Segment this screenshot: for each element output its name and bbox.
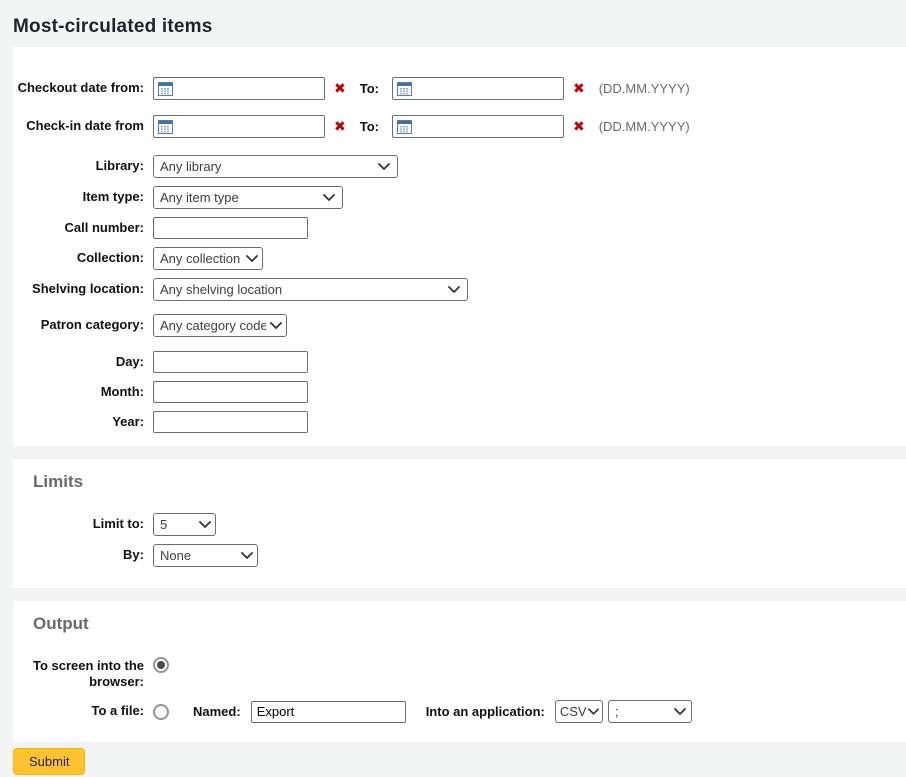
limit-by-select[interactable]: None [153,544,258,567]
output-format-select[interactable]: CSV [555,700,603,723]
submit-button[interactable]: Submit [13,748,85,775]
limit-by-label: By: [13,544,153,563]
calendar-icon [158,82,173,96]
checkin-date-from-input[interactable] [177,117,324,136]
library-label: Library: [13,155,153,174]
limit-to-row: Limit to: 5 [13,513,906,536]
output-heading: Output [13,614,906,634]
year-row: Year: [13,411,906,433]
page-header: Most-circulated items [0,0,906,47]
collection-label: Collection: [13,247,153,266]
month-label: Month: [13,381,153,400]
clear-date-icon[interactable]: ✖ [334,77,346,100]
checkin-date-to-field [392,115,564,138]
criteria-panel: Checkout date from: ✖ To: [13,47,906,446]
checkin-date-row: Check-in date from ✖ To: [13,115,906,138]
date-format-hint: (DD.MM.YYYY) [599,81,690,96]
checkin-date-to-label: To: [360,119,379,134]
patron-category-label: Patron category: [13,314,153,333]
month-input[interactable] [153,381,308,403]
collection-select[interactable]: Any collection [153,247,263,270]
output-separator-select[interactable]: ; [608,700,692,723]
checkout-date-to-input[interactable] [416,79,563,98]
patron-category-select[interactable]: Any category code [153,314,287,337]
library-row: Library: Any library [13,155,906,178]
call-number-input[interactable] [153,217,308,239]
checkout-date-row: Checkout date from: ✖ To: [13,77,906,100]
checkin-date-from-field [153,115,325,138]
item-type-row: Item type: Any item type [13,186,906,209]
checkin-date-label: Check-in date from [13,115,153,134]
year-input[interactable] [153,411,308,433]
limit-by-row: By: None [13,544,906,567]
call-number-row: Call number: [13,217,906,239]
call-number-label: Call number: [13,217,153,236]
limits-panel: Limits Limit to: 5 By: None [13,459,906,588]
limit-to-select[interactable]: 5 [153,513,216,536]
clear-date-icon[interactable]: ✖ [573,115,585,138]
output-file-row: To a file: Named: Into an application: C… [13,700,906,723]
calendar-icon [158,120,173,134]
output-screen-row: To screen into the browser: [13,655,906,690]
clear-date-icon[interactable]: ✖ [573,77,585,100]
checkout-date-to-field [392,77,564,100]
limit-to-label: Limit to: [13,513,153,532]
item-type-select[interactable]: Any item type [153,186,343,209]
checkout-date-label: Checkout date from: [13,77,153,96]
year-label: Year: [13,411,153,430]
month-row: Month: [13,381,906,403]
output-screen-radio[interactable] [153,657,169,673]
library-select[interactable]: Any library [153,155,398,178]
page-title: Most-circulated items [13,16,893,38]
day-label: Day: [13,351,153,370]
patron-category-row: Patron category: Any category code [13,314,906,337]
checkout-date-from-field [153,77,325,100]
checkout-date-from-input[interactable] [177,79,324,98]
limits-heading: Limits [13,472,906,492]
submit-bar: Submit [0,742,906,777]
output-named-label: Named: [193,704,241,719]
checkin-date-to-input[interactable] [416,117,563,136]
collection-row: Collection: Any collection [13,247,906,270]
calendar-icon [397,82,412,96]
shelving-location-select[interactable]: Any shelving location [153,278,468,301]
day-row: Day: [13,351,906,373]
day-input[interactable] [153,351,308,373]
output-filename-input[interactable] [251,701,406,723]
output-screen-label: To screen into the browser: [13,655,153,690]
clear-date-icon[interactable]: ✖ [334,115,346,138]
item-type-label: Item type: [13,186,153,205]
output-file-radio[interactable] [153,704,169,720]
calendar-icon [397,120,412,134]
output-application-label: Into an application: [426,704,545,719]
checkout-date-to-label: To: [360,81,379,96]
shelving-location-label: Shelving location: [13,278,153,297]
shelving-location-row: Shelving location: Any shelving location [13,278,906,301]
output-panel: Output To screen into the browser: To a … [13,601,906,742]
output-file-label: To a file: [13,700,153,719]
date-format-hint: (DD.MM.YYYY) [599,119,690,134]
